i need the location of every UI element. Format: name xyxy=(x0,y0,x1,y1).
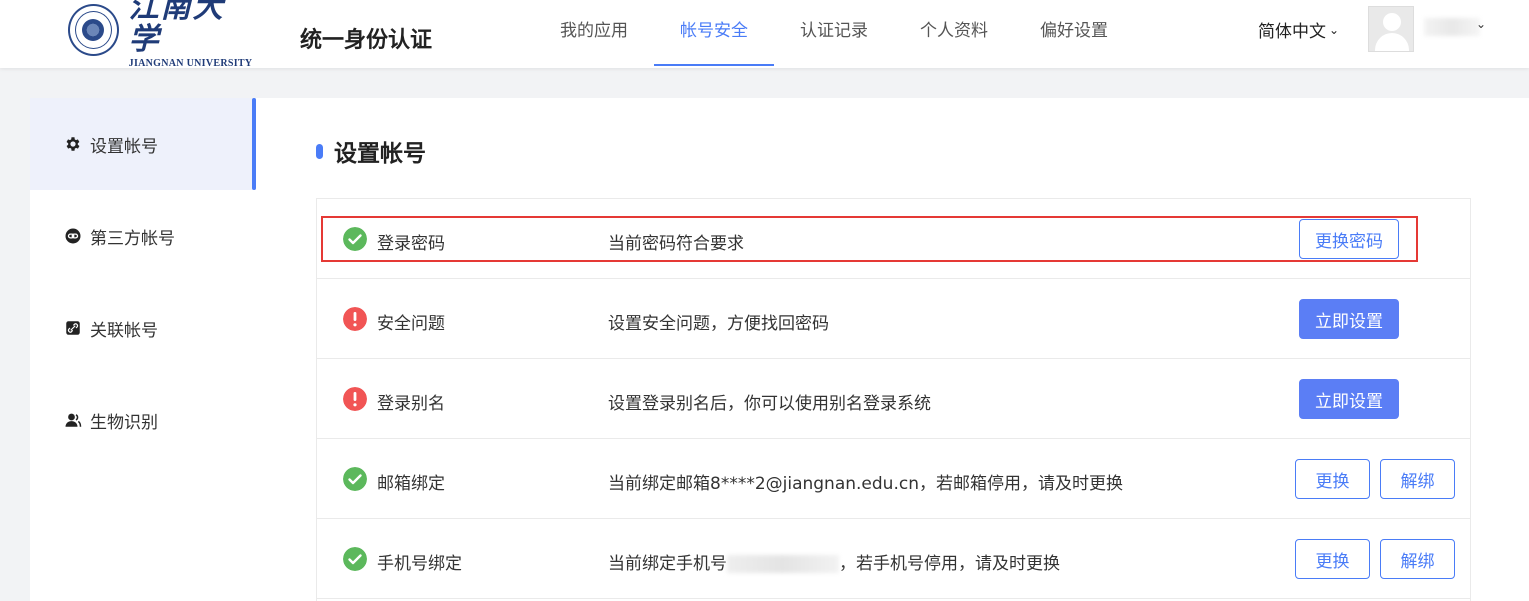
system-title: 统一身份认证 xyxy=(300,28,433,53)
sidebar-item-third-party[interactable]: 第三方帐号 xyxy=(30,190,256,282)
avatar[interactable] xyxy=(1368,6,1414,52)
change-email-button[interactable]: 更换 xyxy=(1295,459,1370,499)
nav-preferences[interactable]: 偏好设置 xyxy=(1014,0,1134,68)
change-phone-button[interactable]: 更换 xyxy=(1295,539,1370,579)
nav-profile[interactable]: 个人资料 xyxy=(894,0,1014,68)
list-item-login-alias: 登录别名 设置登录别名后，你可以使用别名登录系统 立即设置 xyxy=(317,359,1470,439)
gear-icon xyxy=(66,137,80,151)
link-icon xyxy=(65,228,81,244)
row-label: 登录别名 xyxy=(377,394,445,414)
unbind-phone-button[interactable]: 解绑 xyxy=(1380,539,1455,579)
row-description: 当前绑定手机号 ，若手机号停用，请及时更换 xyxy=(608,554,1060,574)
linked-account-icon xyxy=(66,321,80,335)
main-panel: 设置帐号 登录密码 当前密码符合要求 更换密码 安全问题 设置安全问题，方便找回… xyxy=(256,98,1529,601)
user-menu-chevron-icon[interactable]: ⌄ xyxy=(1476,17,1486,31)
university-logo[interactable]: 江南大学 JIANGNAN UNIVERSITY xyxy=(68,0,253,69)
list-item-login-password: 登录密码 当前密码符合要求 更换密码 xyxy=(317,199,1470,279)
row-label: 安全问题 xyxy=(377,314,445,334)
language-selector[interactable]: 简体中文 ⌄ xyxy=(1258,17,1339,42)
check-circle-icon xyxy=(343,467,367,491)
top-header: 江南大学 JIANGNAN UNIVERSITY 统一身份认证 我的应用 帐号安… xyxy=(0,0,1529,69)
row-label: 登录密码 xyxy=(377,234,445,254)
list-item-security-question: 安全问题 设置安全问题，方便找回密码 立即设置 xyxy=(317,279,1470,359)
logo-english-name: JIANGNAN UNIVERSITY xyxy=(128,57,253,69)
sidebar-item-label: 设置帐号 xyxy=(90,136,158,157)
nav-account-security[interactable]: 帐号安全 xyxy=(654,0,774,68)
main-nav: 我的应用 帐号安全 认证记录 个人资料 偏好设置 xyxy=(534,0,1134,68)
university-seal-icon xyxy=(68,4,119,56)
nav-auth-records[interactable]: 认证记录 xyxy=(774,0,894,68)
sidebar-item-label: 生物识别 xyxy=(90,412,158,433)
row-label: 手机号绑定 xyxy=(377,554,462,574)
chevron-down-icon: ⌄ xyxy=(1329,22,1340,37)
row-description: 当前绑定邮箱8****2@jiangnan.edu.cn，若邮箱停用，请及时更换 xyxy=(608,474,1123,494)
redacted-phone-number xyxy=(727,555,839,573)
language-label: 简体中文 xyxy=(1258,22,1326,42)
sidebar-item-label: 第三方帐号 xyxy=(90,228,175,249)
sidebar: 设置帐号 第三方帐号 关联帐号 生物识别 xyxy=(30,98,256,601)
page-title: 设置帐号 xyxy=(316,134,426,168)
row-description: 设置安全问题，方便找回密码 xyxy=(608,314,829,334)
list-item-email-binding: 邮箱绑定 当前绑定邮箱8****2@jiangnan.edu.cn，若邮箱停用，… xyxy=(317,439,1470,519)
row-description: 当前密码符合要求 xyxy=(608,234,744,254)
warning-icon xyxy=(343,307,367,331)
check-circle-icon xyxy=(343,547,367,571)
sidebar-item-set-account[interactable]: 设置帐号 xyxy=(30,98,256,190)
warning-icon xyxy=(343,387,367,411)
change-password-button[interactable]: 更换密码 xyxy=(1299,219,1399,259)
check-circle-icon xyxy=(343,227,367,251)
unbind-email-button[interactable]: 解绑 xyxy=(1380,459,1455,499)
nav-my-apps[interactable]: 我的应用 xyxy=(534,0,654,68)
sidebar-item-label: 关联帐号 xyxy=(90,320,158,341)
sidebar-item-linked-account[interactable]: 关联帐号 xyxy=(30,282,256,374)
username-redacted[interactable] xyxy=(1424,18,1480,36)
setup-security-question-button[interactable]: 立即设置 xyxy=(1299,299,1399,339)
user-icon xyxy=(65,413,82,427)
logo-chinese-name: 江南大学 xyxy=(128,0,225,57)
list-item-phone-binding: 手机号绑定 当前绑定手机号 ，若手机号停用，请及时更换 更换 解绑 xyxy=(317,519,1470,599)
sidebar-item-biometrics[interactable]: 生物识别 xyxy=(30,374,256,466)
row-description: 设置登录别名后，你可以使用别名登录系统 xyxy=(608,394,931,414)
security-settings-list: 登录密码 当前密码符合要求 更换密码 安全问题 设置安全问题，方便找回密码 立即… xyxy=(316,198,1471,601)
setup-login-alias-button[interactable]: 立即设置 xyxy=(1299,379,1399,419)
row-label: 邮箱绑定 xyxy=(377,474,445,494)
